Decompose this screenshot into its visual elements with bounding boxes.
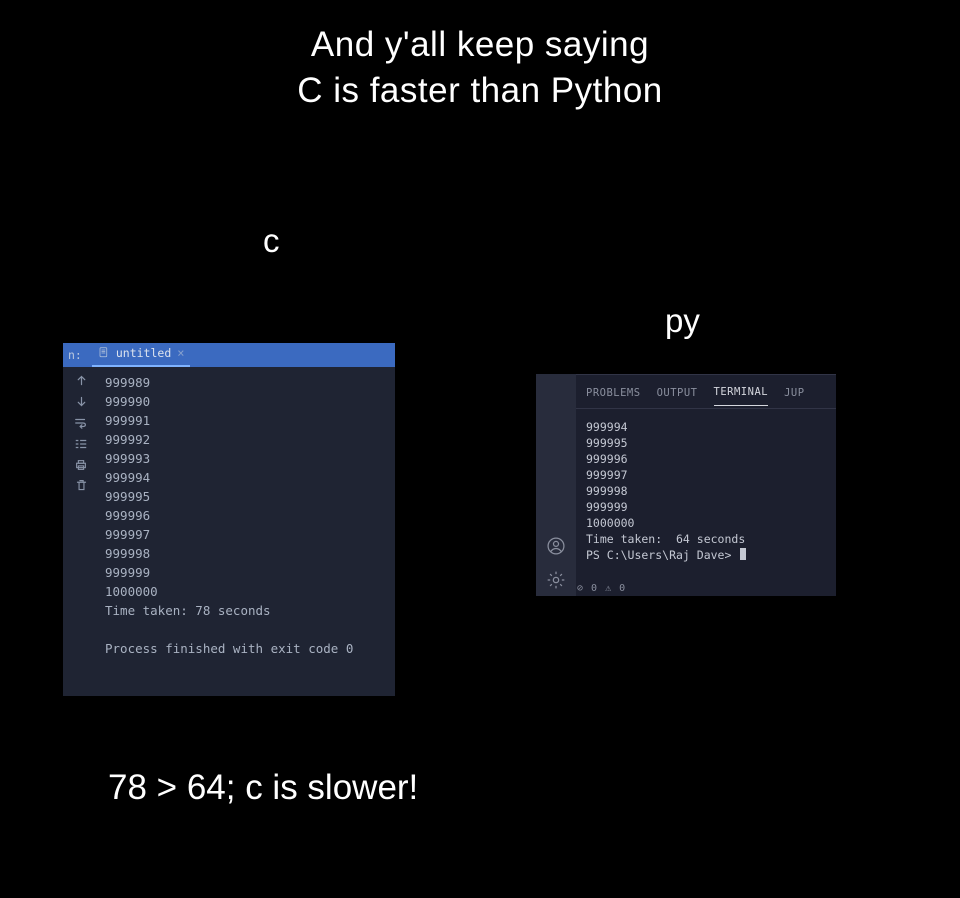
vscode-panel: PROBLEMS OUTPUT TERMINAL JUP 999994 9999… — [576, 374, 836, 596]
c-line-14: Process finished with exit code 0 — [105, 641, 353, 656]
vscode-activity-bar — [536, 374, 576, 596]
arrow-up-icon[interactable] — [74, 373, 89, 388]
py-line-7: Time taken: 64 seconds — [586, 532, 745, 546]
gear-icon[interactable] — [546, 570, 566, 590]
meme-title-line2: C is faster than Python — [0, 68, 960, 114]
c-toolbar — [63, 367, 99, 666]
py-prompt: PS C:\Users\Raj Dave> — [586, 548, 738, 562]
c-tab-title: untitled — [116, 346, 171, 360]
meme-title: And y'all keep saying C is faster than P… — [0, 0, 960, 113]
c-line-2: 999991 — [105, 413, 150, 428]
c-line-7: 999996 — [105, 508, 150, 523]
arrow-down-icon[interactable] — [74, 394, 89, 409]
tab-problems[interactable]: PROBLEMS — [586, 382, 641, 406]
vscode-panel-tabs: PROBLEMS OUTPUT TERMINAL JUP — [576, 379, 836, 409]
label-py: py — [665, 302, 700, 340]
c-line-12: Time taken: 78 seconds — [105, 603, 271, 618]
py-ide-window: PROBLEMS OUTPUT TERMINAL JUP 999994 9999… — [536, 374, 836, 596]
tab-terminal[interactable]: TERMINAL — [714, 381, 769, 406]
py-line-2: 999996 — [586, 452, 628, 466]
py-line-4: 999998 — [586, 484, 628, 498]
py-line-3: 999997 — [586, 468, 628, 482]
meme-punchline: 78 > 64; c is slower! — [108, 768, 418, 808]
c-line-1: 999990 — [105, 394, 150, 409]
print-icon[interactable] — [74, 457, 89, 472]
meme-title-line1: And y'all keep saying — [0, 22, 960, 68]
py-line-6: 1000000 — [586, 516, 634, 530]
vscode-terminal-output[interactable]: 999994 999995 999996 999997 999998 99999… — [576, 409, 836, 567]
c-line-9: 999998 — [105, 546, 150, 561]
py-line-5: 999999 — [586, 500, 628, 514]
c-line-3: 999992 — [105, 432, 150, 447]
c-ide-window: n: untitled × — [63, 343, 395, 696]
c-line-10: 999999 — [105, 565, 150, 580]
close-icon[interactable]: × — [177, 346, 184, 360]
c-run-label: n: — [63, 348, 82, 362]
tab-output[interactable]: OUTPUT — [657, 382, 698, 406]
c-console-output[interactable]: 999989 999990 999991 999992 999993 99999… — [99, 367, 395, 666]
document-icon — [98, 347, 111, 359]
c-line-5: 999994 — [105, 470, 150, 485]
vscode-status-icons[interactable]: ⊘ 0 ⚠ 0 — [577, 583, 626, 594]
c-line-0: 999989 — [105, 375, 150, 390]
c-tab-untitled[interactable]: untitled × — [92, 343, 191, 367]
wrap-icon[interactable] — [74, 415, 89, 430]
c-line-6: 999995 — [105, 489, 150, 504]
c-line-4: 999993 — [105, 451, 150, 466]
tab-jupyter[interactable]: JUP — [784, 382, 804, 406]
stack-icon[interactable] — [74, 436, 89, 451]
c-tab-bar: n: untitled × — [63, 343, 395, 367]
c-line-11: 1000000 — [105, 584, 158, 599]
account-icon[interactable] — [546, 536, 566, 556]
c-line-8: 999997 — [105, 527, 150, 542]
label-c: c — [263, 222, 280, 260]
py-line-0: 999994 — [586, 420, 628, 434]
terminal-cursor — [740, 548, 746, 560]
trash-icon[interactable] — [74, 478, 89, 493]
py-line-1: 999995 — [586, 436, 628, 450]
